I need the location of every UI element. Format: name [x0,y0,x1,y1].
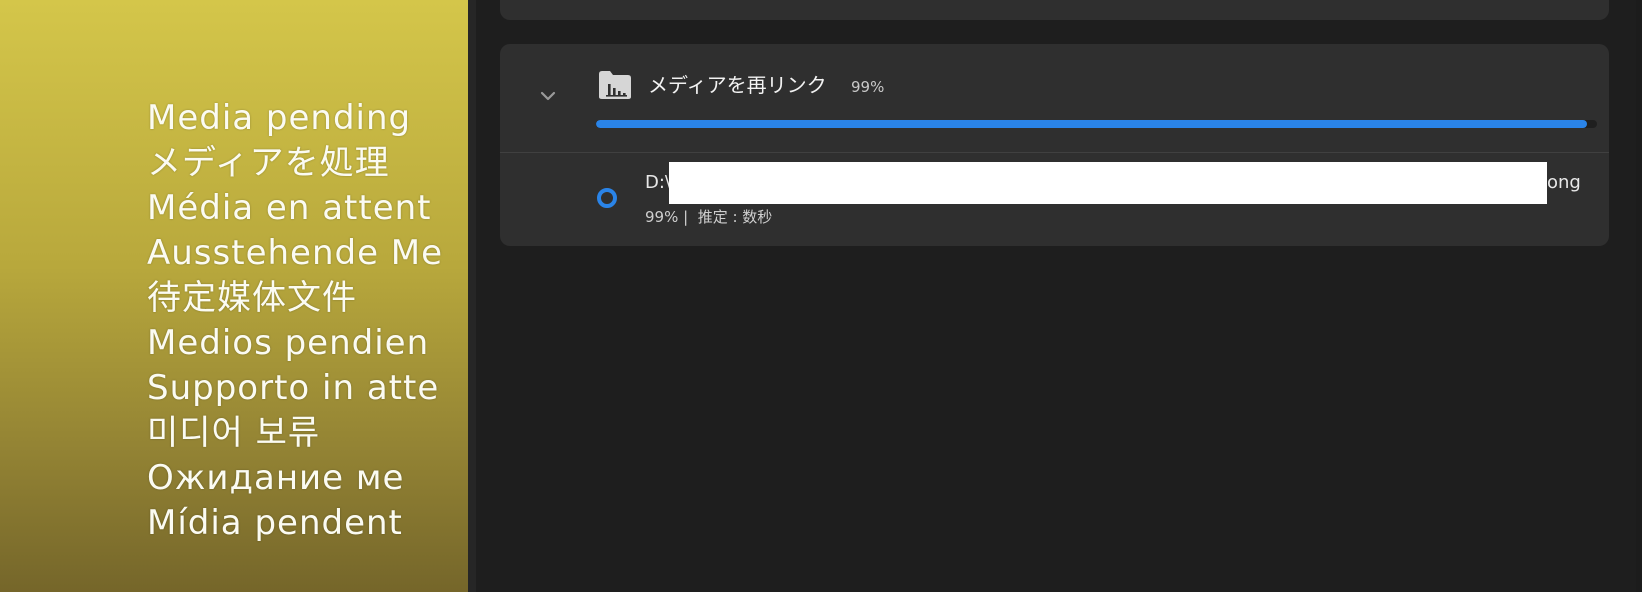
preview-line-de: Ausstehende Me [147,233,444,273]
preview-line-fr: Média en attent [147,188,432,228]
card-separator [500,152,1609,153]
task-percent: 99% [851,78,885,96]
preview-line-es: Medios pendien [147,323,430,363]
preview-line-ko: 미디어 보류 [147,413,321,453]
task-title: メディアを再リンク [648,73,827,97]
screen-root: Media pending メディアを処理 Média en attent Au… [0,0,1642,592]
preview-line-it: Supporto in atte [147,368,440,408]
previous-task-card [500,0,1609,20]
progress-panel: メディアを再リンク 99% D:\ ong 99% | 推定 : 数秒 [476,0,1642,592]
folder-chart-icon [598,70,632,100]
media-pending-preview: Media pending メディアを処理 Média en attent Au… [0,0,468,592]
preview-line-ja: メディアを処理 [147,143,390,183]
window-edge [1636,0,1642,592]
file-path-suffix: ong [1547,172,1581,193]
preview-line-pt: Mídia pendent [147,503,403,543]
preview-line-ru: Ожидание ме [147,458,405,498]
preview-line-en: Media pending [147,98,412,138]
media-pending-text: Media pending メディアを処理 Média en attent Au… [147,96,443,546]
task-progress-fill [596,120,1587,128]
file-path-prefix: D:\ [645,172,671,193]
panel-divider[interactable] [468,0,476,592]
relink-task-card: メディアを再リンク 99% D:\ ong 99% | 推定 : 数秒 [500,44,1609,246]
file-status: 99% | 推定 : 数秒 [645,208,773,226]
preview-line-zh: 待定媒体文件 [147,278,357,318]
spinner-icon [596,187,618,209]
redacted-file-path [669,162,1547,204]
task-progress-bar [596,120,1597,128]
chevron-down-icon[interactable] [538,86,558,106]
